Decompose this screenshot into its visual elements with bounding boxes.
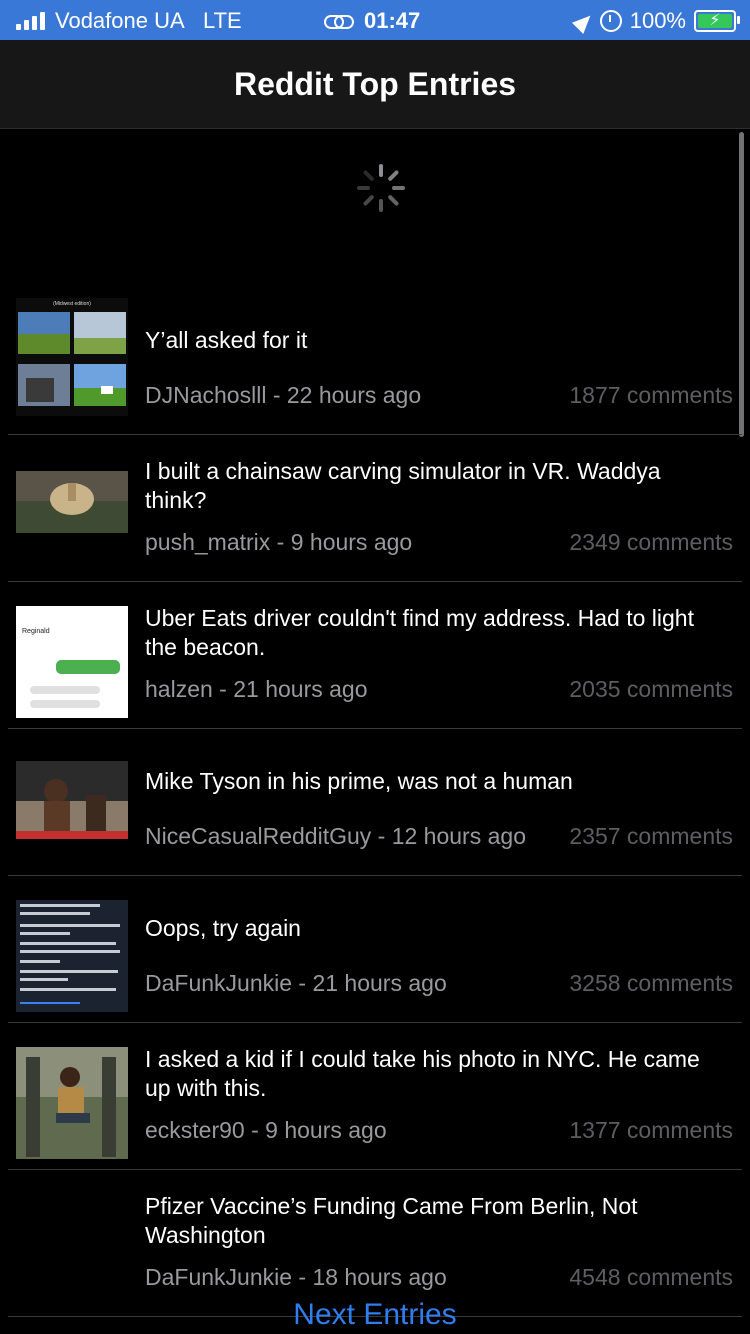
entry-thumbnail[interactable]: Reginald [16, 606, 128, 718]
entry-comments: 3258 comments [569, 970, 733, 996]
link-icon [324, 11, 354, 31]
battery-charging-icon: ⚡ [694, 10, 740, 32]
entry-author-time: halzen - 21 hours ago [145, 676, 368, 702]
carrier-label: Vodafone UA LTE [55, 8, 242, 34]
entries-list: (Midwest edition) Y’all asked for it DJN… [0, 288, 750, 1317]
entry-author-time: DJNachoslll - 22 hours ago [145, 382, 422, 408]
list-item[interactable]: Reginald Uber Eats driver couldn't find … [0, 582, 750, 729]
clock: 01:47 [364, 8, 421, 33]
battery-percent: 100% [629, 8, 686, 33]
entry-comments: 2357 comments [569, 823, 733, 849]
entry-title: I asked a kid if I could take his photo … [145, 1046, 700, 1101]
thumb-caption: Reginald [22, 628, 50, 635]
right-status: 100% ⚡ [571, 8, 740, 35]
list-item[interactable]: I built a chainsaw carving simulator in … [0, 435, 750, 582]
list-item[interactable]: I asked a kid if I could take his photo … [0, 1023, 750, 1170]
entry-comments: 1377 comments [569, 1117, 733, 1143]
list-item[interactable]: (Midwest edition) Y’all asked for it DJN… [0, 288, 750, 435]
thumb-caption: (Midwest edition) [53, 301, 91, 307]
entry-thumbnail[interactable] [16, 761, 128, 839]
entry-title: Pfizer Vaccine’s Funding Came From Berli… [145, 1193, 638, 1248]
entry-title: Mike Tyson in his prime, was not a human [145, 768, 573, 794]
entry-title: Oops, try again [145, 915, 301, 941]
location-icon [571, 9, 596, 35]
next-entries-button[interactable]: Next Entries [0, 1297, 750, 1333]
entry-title: I built a chainsaw carving simulator in … [145, 458, 661, 513]
carrier-name: Vodafone UA [55, 8, 185, 33]
signal-icon [16, 12, 45, 30]
entry-author-time: NiceCasualRedditGuy - 12 hours ago [145, 823, 526, 849]
network-type: LTE [203, 8, 242, 33]
center-status: 01:47 [324, 8, 420, 34]
navigation-bar: Reddit Top Entries [0, 40, 750, 129]
loading-spinner-icon [357, 160, 405, 216]
entry-comments: 2035 comments [569, 676, 733, 702]
entry-title: Uber Eats driver couldn't find my addres… [145, 605, 694, 660]
entry-thumbnail[interactable] [16, 900, 128, 1012]
page-title: Reddit Top Entries [233, 65, 517, 102]
list-item[interactable]: Pfizer Vaccine’s Funding Came From Berli… [0, 1170, 750, 1317]
entry-comments: 4548 comments [569, 1264, 733, 1290]
entry-author-time: DaFunkJunkie - 18 hours ago [145, 1264, 447, 1290]
entry-comments: 1877 comments [569, 382, 733, 408]
entry-comments: 2349 comments [569, 529, 733, 555]
entry-thumbnail[interactable] [16, 471, 128, 533]
entry-title: Y’all asked for it [145, 327, 308, 353]
entry-thumbnail[interactable]: (Midwest edition) [16, 298, 128, 416]
list-item[interactable]: Oops, try again DaFunkJunkie - 21 hours … [0, 876, 750, 1023]
list-item[interactable]: Mike Tyson in his prime, was not a human… [0, 729, 750, 876]
alarm-icon [599, 10, 622, 32]
entry-author-time: push_matrix - 9 hours ago [145, 529, 413, 555]
status-bar: Vodafone UA LTE 01:47 100% ⚡ [0, 0, 750, 40]
entry-author-time: DaFunkJunkie - 21 hours ago [145, 970, 447, 996]
entry-thumbnail[interactable] [16, 1047, 128, 1159]
entry-author-time: eckster90 - 9 hours ago [145, 1117, 387, 1143]
